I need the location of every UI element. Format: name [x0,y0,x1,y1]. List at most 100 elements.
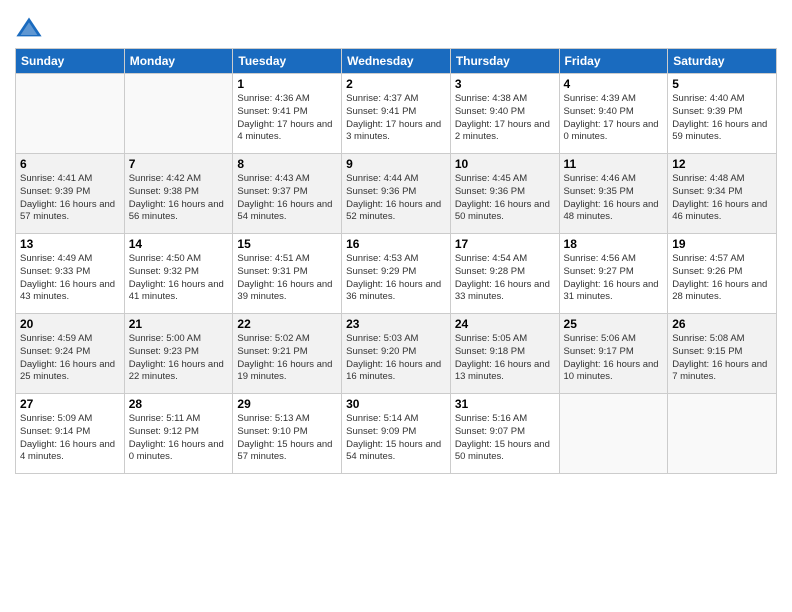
day-cell: 26 Sunrise: 5:08 AM Sunset: 9:15 PM Dayli… [668,314,777,394]
weekday-header-saturday: Saturday [668,49,777,74]
week-row-4: 20 Sunrise: 4:59 AM Sunset: 9:24 PM Dayli… [16,314,777,394]
weekday-header-row: SundayMondayTuesdayWednesdayThursdayFrid… [16,49,777,74]
day-cell: 16 Sunrise: 4:53 AM Sunset: 9:29 PM Dayli… [342,234,451,314]
weekday-header-friday: Friday [559,49,668,74]
day-cell: 27 Sunrise: 5:09 AM Sunset: 9:14 PM Dayli… [16,394,125,474]
day-cell: 28 Sunrise: 5:11 AM Sunset: 9:12 PM Dayli… [124,394,233,474]
day-number: 22 [237,317,337,331]
day-number: 4 [564,77,664,91]
day-number: 15 [237,237,337,251]
header [15,10,777,42]
day-cell: 1 Sunrise: 4:36 AM Sunset: 9:41 PM Daylig… [233,74,342,154]
day-number: 9 [346,157,446,171]
day-info: Sunrise: 5:02 AM Sunset: 9:21 PM Dayligh… [237,333,337,384]
day-cell: 25 Sunrise: 5:06 AM Sunset: 9:17 PM Dayli… [559,314,668,394]
day-cell: 30 Sunrise: 5:14 AM Sunset: 9:09 PM Dayli… [342,394,451,474]
day-cell: 19 Sunrise: 4:57 AM Sunset: 9:26 PM Dayli… [668,234,777,314]
day-number: 8 [237,157,337,171]
day-number: 29 [237,397,337,411]
day-info: Sunrise: 4:48 AM Sunset: 9:34 PM Dayligh… [672,173,772,224]
day-number: 26 [672,317,772,331]
day-cell: 23 Sunrise: 5:03 AM Sunset: 9:20 PM Dayli… [342,314,451,394]
day-info: Sunrise: 5:03 AM Sunset: 9:20 PM Dayligh… [346,333,446,384]
week-row-2: 6 Sunrise: 4:41 AM Sunset: 9:39 PM Daylig… [16,154,777,234]
calendar-table: SundayMondayTuesdayWednesdayThursdayFrid… [15,48,777,474]
day-number: 13 [20,237,120,251]
day-number: 25 [564,317,664,331]
day-number: 2 [346,77,446,91]
day-cell: 13Sunrise: 4:49 AM Sunset: 9:33 PM Dayli… [16,234,125,314]
day-info: Sunrise: 5:13 AM Sunset: 9:10 PM Dayligh… [237,413,337,464]
weekday-header-thursday: Thursday [450,49,559,74]
day-info: Sunrise: 4:56 AM Sunset: 9:27 PM Dayligh… [564,253,664,304]
day-cell: 29 Sunrise: 5:13 AM Sunset: 9:10 PM Dayli… [233,394,342,474]
day-cell [668,394,777,474]
week-row-1: 1 Sunrise: 4:36 AM Sunset: 9:41 PM Daylig… [16,74,777,154]
weekday-header-wednesday: Wednesday [342,49,451,74]
day-cell: 2 Sunrise: 4:37 AM Sunset: 9:41 PM Daylig… [342,74,451,154]
day-cell: 17 Sunrise: 4:54 AM Sunset: 9:28 PM Dayli… [450,234,559,314]
day-number: 7 [129,157,229,171]
day-info: Sunrise: 5:14 AM Sunset: 9:09 PM Dayligh… [346,413,446,464]
day-info: Sunrise: 4:53 AM Sunset: 9:29 PM Dayligh… [346,253,446,304]
day-info: Sunrise: 4:36 AM Sunset: 9:41 PM Dayligh… [237,93,337,144]
day-number: 19 [672,237,772,251]
day-info: Sunrise: 4:37 AM Sunset: 9:41 PM Dayligh… [346,93,446,144]
day-number: 12 [672,157,772,171]
day-number: 3 [455,77,555,91]
day-info: Sunrise: 4:43 AM Sunset: 9:37 PM Dayligh… [237,173,337,224]
day-number: 21 [129,317,229,331]
day-number: 20 [20,317,120,331]
day-info: Sunrise: 4:38 AM Sunset: 9:40 PM Dayligh… [455,93,555,144]
day-number: 30 [346,397,446,411]
day-cell: 12 Sunrise: 4:48 AM Sunset: 9:34 PM Dayli… [668,154,777,234]
day-info: Sunrise: 4:57 AM Sunset: 9:26 PM Dayligh… [672,253,772,304]
day-number: 6 [20,157,120,171]
day-number: 27 [20,397,120,411]
day-info: Sunrise: 4:42 AM Sunset: 9:38 PM Dayligh… [129,173,229,224]
logo [15,14,45,42]
day-number: 16 [346,237,446,251]
day-cell: 31 Sunrise: 5:16 AM Sunset: 9:07 PM Dayli… [450,394,559,474]
day-cell: 9Sunrise: 4:44 AM Sunset: 9:36 PM Daylig… [342,154,451,234]
day-info: Sunrise: 4:51 AM Sunset: 9:31 PM Dayligh… [237,253,337,304]
day-number: 10 [455,157,555,171]
day-cell: 8 Sunrise: 4:43 AM Sunset: 9:37 PM Daylig… [233,154,342,234]
day-info: Sunrise: 4:46 AM Sunset: 9:35 PM Dayligh… [564,173,664,224]
day-info: Sunrise: 5:00 AM Sunset: 9:23 PM Dayligh… [129,333,229,384]
day-number: 23 [346,317,446,331]
day-info: Sunrise: 4:41 AM Sunset: 9:39 PM Dayligh… [20,173,120,224]
day-info: Sunrise: 4:40 AM Sunset: 9:39 PM Dayligh… [672,93,772,144]
day-number: 24 [455,317,555,331]
day-info: Sunrise: 5:06 AM Sunset: 9:17 PM Dayligh… [564,333,664,384]
day-number: 14 [129,237,229,251]
weekday-header-monday: Monday [124,49,233,74]
day-info: Sunrise: 4:54 AM Sunset: 9:28 PM Dayligh… [455,253,555,304]
day-cell [559,394,668,474]
day-cell: 7 Sunrise: 4:42 AM Sunset: 9:38 PM Daylig… [124,154,233,234]
day-cell: 4 Sunrise: 4:39 AM Sunset: 9:40 PM Daylig… [559,74,668,154]
day-number: 17 [455,237,555,251]
week-row-5: 27 Sunrise: 5:09 AM Sunset: 9:14 PM Dayli… [16,394,777,474]
week-row-3: 13Sunrise: 4:49 AM Sunset: 9:33 PM Dayli… [16,234,777,314]
day-info: Sunrise: 5:08 AM Sunset: 9:15 PM Dayligh… [672,333,772,384]
day-cell: 22 Sunrise: 5:02 AM Sunset: 9:21 PM Dayli… [233,314,342,394]
day-cell: 10Sunrise: 4:45 AM Sunset: 9:36 PM Dayli… [450,154,559,234]
day-info: Sunrise: 4:50 AM Sunset: 9:32 PM Dayligh… [129,253,229,304]
day-cell [16,74,125,154]
day-number: 28 [129,397,229,411]
day-number: 1 [237,77,337,91]
day-number: 18 [564,237,664,251]
day-info: Sunrise: 5:05 AM Sunset: 9:18 PM Dayligh… [455,333,555,384]
day-cell: 6 Sunrise: 4:41 AM Sunset: 9:39 PM Daylig… [16,154,125,234]
day-info: Sunrise: 5:11 AM Sunset: 9:12 PM Dayligh… [129,413,229,464]
day-info: Sunrise: 4:59 AM Sunset: 9:24 PM Dayligh… [20,333,120,384]
day-cell: 11Sunrise: 4:46 AM Sunset: 9:35 PM Dayli… [559,154,668,234]
day-cell [124,74,233,154]
day-number: 31 [455,397,555,411]
day-cell: 15 Sunrise: 4:51 AM Sunset: 9:31 PM Dayli… [233,234,342,314]
day-info: Sunrise: 5:16 AM Sunset: 9:07 PM Dayligh… [455,413,555,464]
day-info: Sunrise: 5:09 AM Sunset: 9:14 PM Dayligh… [20,413,120,464]
day-info: Sunrise: 4:39 AM Sunset: 9:40 PM Dayligh… [564,93,664,144]
day-cell: 18 Sunrise: 4:56 AM Sunset: 9:27 PM Dayli… [559,234,668,314]
